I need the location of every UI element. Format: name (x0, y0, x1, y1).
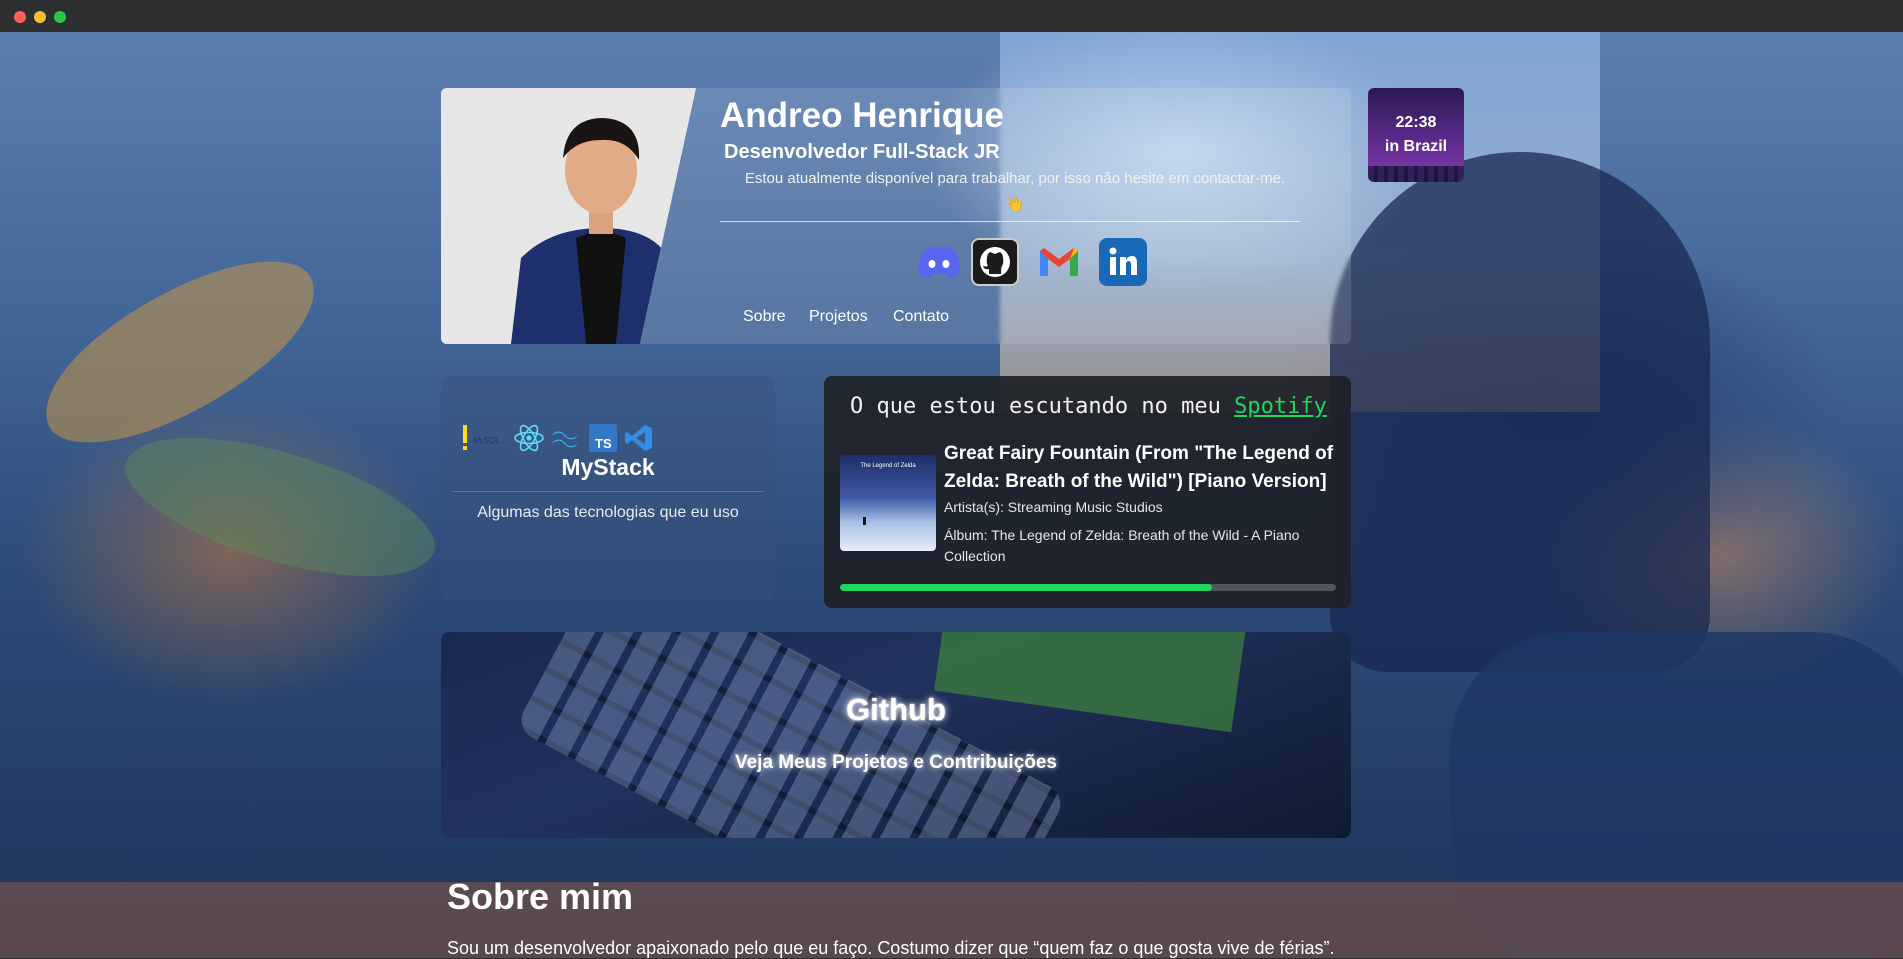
github-title: Github (846, 692, 946, 727)
clock-location: in Brazil (1384, 138, 1448, 155)
github-icon[interactable] (971, 238, 1019, 286)
stack-subtitle: Algumas das tecnologias que eu uso (477, 504, 739, 521)
profile-photo (441, 88, 696, 344)
linkedin-icon[interactable] (1099, 238, 1147, 286)
github-banner[interactable]: Github Veja Meus Projetos e Contribuiçõe… (441, 632, 1351, 838)
about-text: Sou um desenvolvedor apaixonado pelo que… (447, 938, 1335, 958)
window-titlebar (0, 0, 1903, 32)
github-subtitle: Veja Meus Projetos e Contribuições (734, 752, 1058, 773)
nav-projetos-link[interactable]: Projetos (809, 308, 868, 326)
background-leaf (18, 234, 342, 470)
typescript-icon: TS (587, 422, 619, 454)
availability-message: Estou atualmente disponível para trabalh… (744, 170, 1286, 187)
vscode-icon (623, 422, 655, 454)
header-divider (720, 221, 1300, 222)
song-artist: Artista(s): Streaming Music Studios (944, 499, 1163, 515)
spotify-heading-text: O que estou escutando no meu (850, 394, 1221, 419)
mysql-label: MySQL (473, 436, 500, 445)
clock-time: 22:38 (1395, 114, 1437, 131)
typescript-label: TS (595, 436, 612, 451)
spotify-heading: O que estou escutando no meu Spotify (850, 394, 1327, 419)
discord-icon[interactable] (915, 238, 963, 286)
wave-emoji: 👋 (1005, 196, 1025, 213)
song-title: Great Fairy Fountain (From "The Legend o… (944, 443, 1334, 492)
nav-contato-link[interactable]: Contato (893, 308, 949, 326)
profile-name: Andreo Henrique (720, 96, 1004, 135)
mysql-icon: MySQL (471, 422, 511, 454)
album-art-title: The Legend of Zelda (860, 463, 916, 469)
city-skyline (1368, 166, 1464, 182)
album-art-figure (863, 517, 866, 525)
clock-widget: 22:38 in Brazil (1368, 88, 1464, 182)
mystack-card: MySQL TS MyStack Algumas das tecnologias… (441, 376, 775, 600)
spotify-link[interactable]: Spotify (1234, 394, 1327, 419)
song-progress-bar (840, 584, 1336, 591)
react-icon (513, 422, 545, 454)
album-art: The Legend of Zelda (840, 455, 936, 551)
maximize-window-button[interactable] (54, 11, 66, 23)
about-heading: Sobre mim (447, 876, 634, 917)
stack-title: MyStack (561, 454, 655, 480)
nav-sobre-link[interactable]: Sobre (743, 308, 786, 326)
close-window-button[interactable] (14, 11, 26, 23)
tailwind-icon (549, 422, 581, 454)
spotify-now-playing: O que estou escutando no meu Spotify The… (824, 376, 1351, 608)
stack-divider (453, 491, 763, 492)
profile-header: Andreo Henrique Desenvolvedor Full-Stack… (441, 88, 1351, 344)
background-leaf (110, 400, 450, 614)
gmail-icon[interactable] (1035, 238, 1083, 286)
availability-text: Estou atualmente disponível para trabalh… (720, 166, 1310, 218)
profile-role: Desenvolvedor Full-Stack JR (724, 141, 1000, 163)
minimize-window-button[interactable] (34, 11, 46, 23)
song-progress-fill (840, 584, 1212, 591)
background-person (1330, 152, 1710, 672)
song-album: Álbum: The Legend of Zelda: Breath of th… (944, 527, 1300, 564)
